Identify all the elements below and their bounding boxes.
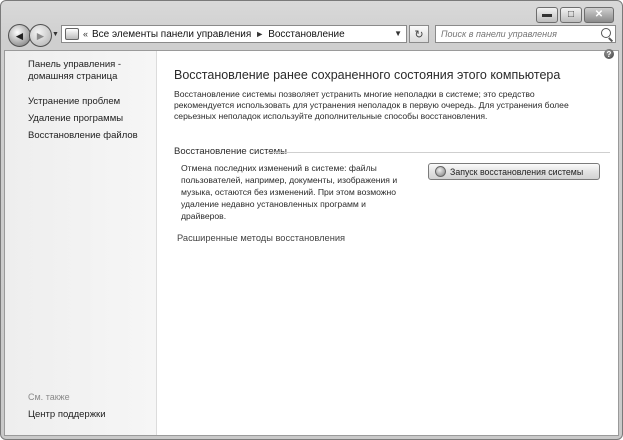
page-description: Восстановление системы позволяет устрани… — [174, 89, 569, 121]
sidebar-item-file-recovery[interactable]: Восстановление файлов — [28, 130, 138, 142]
sidebar-home-line2: домашняя страница — [28, 71, 118, 82]
start-system-restore-button[interactable]: Запуск восстановления системы — [428, 163, 600, 180]
sidebar-item-action-center[interactable]: Центр поддержки — [28, 409, 106, 421]
caption-buttons: ▬ □ ✕ — [536, 7, 614, 23]
forward-arrow-icon: ► — [34, 28, 47, 43]
control-panel-icon — [65, 28, 79, 40]
search-icon[interactable] — [601, 28, 611, 38]
back-arrow-icon: ◄ — [13, 28, 26, 43]
sidebar-item-uninstall[interactable]: Удаление программы — [28, 113, 123, 125]
maximize-icon: □ — [567, 9, 575, 20]
content-area: Панель управления - домашняя страница Ус… — [4, 49, 619, 436]
back-button[interactable]: ◄ — [8, 24, 31, 47]
advanced-recovery-link[interactable]: Расширенные методы восстановления — [177, 233, 345, 243]
help-icon[interactable]: ? — [604, 49, 614, 59]
close-button[interactable]: ✕ — [584, 7, 614, 23]
history-dropdown-icon[interactable]: ▼ — [52, 31, 59, 38]
search-box[interactable] — [435, 25, 616, 43]
breadcrumb-recovery[interactable]: Восстановление — [268, 29, 345, 40]
page-title: Восстановление ранее сохраненного состоя… — [174, 68, 561, 82]
maximize-button[interactable]: □ — [560, 7, 582, 23]
refresh-icon: ↻ — [414, 28, 424, 41]
section-divider — [267, 152, 610, 153]
sidebar-home-line1: Панель управления - — [28, 59, 122, 70]
start-system-restore-label: Запуск восстановления системы — [450, 166, 584, 177]
navigation-bar: ◄ ► ▼ « Все элементы панели управления ►… — [1, 23, 622, 47]
shield-icon — [435, 166, 446, 177]
section-description: Отмена последних изменений в системе: фа… — [181, 163, 398, 221]
breadcrumb-all-items[interactable]: Все элементы панели управления — [92, 29, 251, 40]
search-input[interactable] — [441, 29, 601, 39]
window-frame: ▬ □ ✕ ◄ ► ▼ « Все элементы панели управл… — [0, 0, 623, 440]
address-bar[interactable]: « Все элементы панели управления ► Восст… — [61, 25, 407, 43]
forward-button[interactable]: ► — [29, 24, 52, 47]
sidebar-item-home[interactable]: Панель управления - домашняя страница — [28, 59, 121, 83]
breadcrumb-separator-icon[interactable]: ► — [255, 29, 264, 39]
see-also-label: См. также — [28, 392, 70, 402]
close-icon: ✕ — [594, 9, 604, 20]
address-dropdown-icon[interactable]: ▼ — [394, 29, 402, 38]
minimize-button[interactable]: ▬ — [536, 7, 558, 23]
minimize-icon: ▬ — [542, 9, 552, 20]
breadcrumb-overflow-icon[interactable]: « — [83, 29, 88, 39]
sidebar-item-troubleshooting[interactable]: Устранение проблем — [28, 96, 120, 108]
sidebar: Панель управления - домашняя страница Ус… — [5, 51, 157, 435]
refresh-button[interactable]: ↻ — [409, 25, 429, 43]
